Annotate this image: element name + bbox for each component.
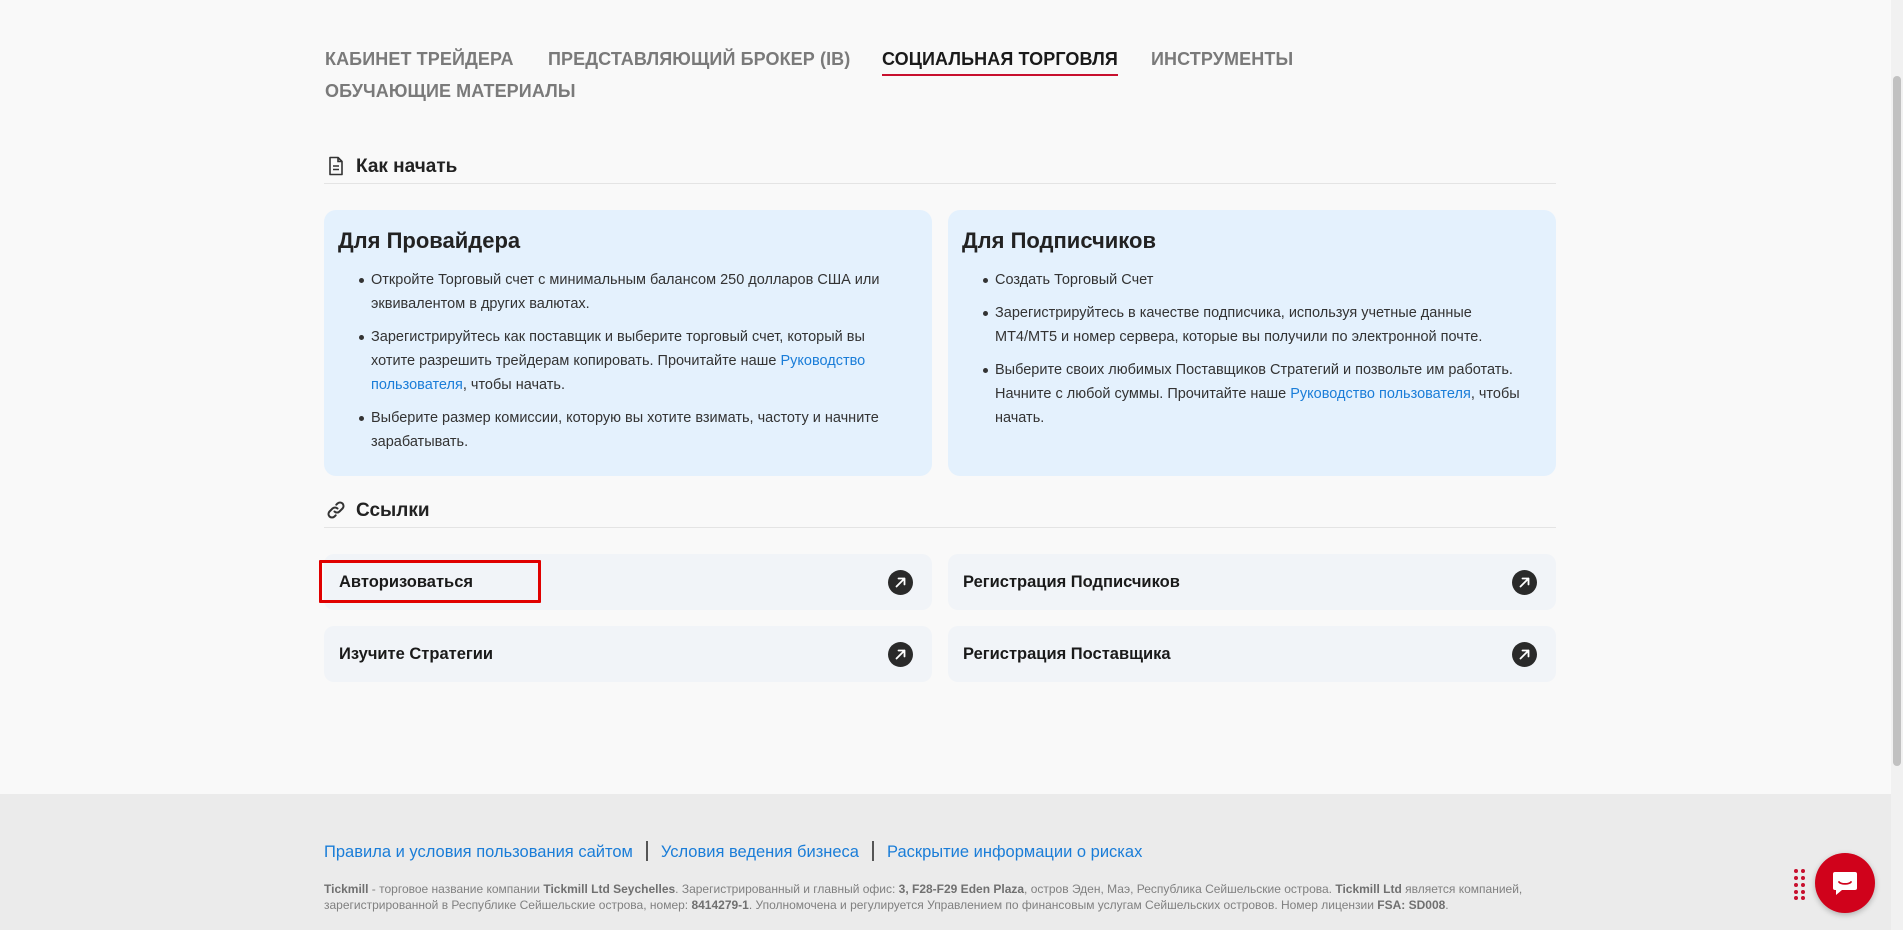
document-icon	[326, 156, 346, 176]
provider-heading: Для Провайдера	[338, 228, 521, 253]
section-title: Как начать	[356, 156, 458, 177]
tab-introducing-broker[interactable]: ПРЕДСТАВЛЯЮЩИЙ БРОКЕР (IB)	[548, 49, 850, 70]
arrow-up-right-icon	[888, 570, 913, 595]
chat-icon	[1833, 872, 1857, 895]
links-header: Ссылки	[324, 496, 1556, 528]
tab-education[interactable]: ОБУЧАЮЩИЕ МАТЕРИАЛЫ	[325, 81, 576, 102]
login-link[interactable]: Авторизоваться	[319, 554, 932, 610]
list-item: Выберите размер комиссии, которую вы хот…	[338, 406, 902, 454]
tab-trader-cabinet[interactable]: КАБИНЕТ ТРЕЙДЕРА	[325, 49, 514, 70]
how-to-start-header: Как начать	[324, 152, 1556, 184]
subscriber-registration-link[interactable]: Регистрация Подписчиков	[948, 554, 1556, 610]
risk-disclosure-link[interactable]: Раскрытие информации о рисках	[887, 843, 1142, 861]
link-label: Авторизоваться	[339, 573, 474, 591]
tab-instruments[interactable]: ИНСТРУМЕНТЫ	[1151, 49, 1293, 70]
link-label: Регистрация Подписчиков	[963, 573, 1180, 591]
divider	[645, 841, 648, 861]
subscriber-card: Для Подписчиков Создать Торговый Счет За…	[948, 210, 1556, 476]
footer-links: Правила и условия пользования сайтом Усло…	[324, 841, 1142, 862]
drag-handle-icon[interactable]	[1793, 868, 1807, 900]
arrow-up-right-icon	[1512, 570, 1537, 595]
provider-card: Для Провайдера Откройте Торговый счет с …	[324, 210, 932, 476]
list-item: Откройте Торговый счет с минимальным бал…	[338, 268, 902, 316]
section-title: Ссылки	[356, 500, 430, 521]
scrollbar[interactable]	[1891, 0, 1903, 930]
scrollbar-thumb[interactable]	[1893, 76, 1901, 766]
list-item: Зарегистрируйтесь как поставщик и выбери…	[338, 325, 902, 397]
subscriber-heading: Для Подписчиков	[962, 228, 1156, 253]
chat-button[interactable]	[1815, 853, 1875, 913]
list-item: Выберите своих любимых Поставщиков Страт…	[962, 358, 1526, 430]
business-terms-link[interactable]: Условия ведения бизнеса	[661, 843, 859, 861]
link-icon	[326, 500, 346, 520]
provider-steps: Откройте Торговый счет с минимальным бал…	[338, 268, 902, 463]
arrow-up-right-icon	[888, 642, 913, 667]
link-label: Изучите Стратегии	[339, 645, 494, 663]
terms-link[interactable]: Правила и условия пользования сайтом	[324, 843, 633, 861]
provider-registration-link[interactable]: Регистрация Поставщика	[948, 626, 1556, 682]
arrow-up-right-icon	[1512, 642, 1537, 667]
legal-text: Tickmill - торговое название компании Ti…	[324, 882, 1523, 912]
subscriber-steps: Создать Торговый Счет Зарегистрируйтесь …	[962, 268, 1526, 439]
user-guide-link[interactable]: Руководство пользователя	[1290, 386, 1471, 402]
footer: Правила и условия пользования сайтом Усло…	[0, 794, 1891, 930]
list-item: Зарегистрируйтесь в качестве подписчика,…	[962, 301, 1526, 349]
explore-strategies-link[interactable]: Изучите Стратегии	[324, 626, 932, 682]
list-item: Создать Торговый Счет	[962, 268, 1526, 292]
divider	[871, 841, 874, 861]
tab-social-trading[interactable]: СОЦИАЛЬНАЯ ТОРГОВЛЯ	[882, 49, 1118, 76]
link-label: Регистрация Поставщика	[963, 645, 1171, 663]
